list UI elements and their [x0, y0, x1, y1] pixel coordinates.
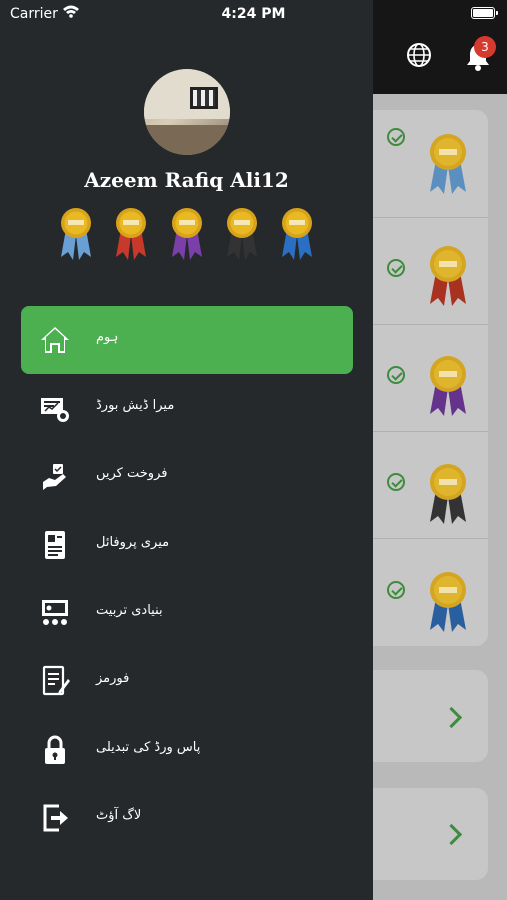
- medal-icon: [282, 208, 312, 260]
- profile-icon: [45, 531, 65, 559]
- medal-icon: [61, 208, 91, 260]
- check-icon: [387, 366, 405, 384]
- medal-icon: [430, 356, 466, 416]
- drawer-item-forms[interactable]: فورمز: [21, 647, 353, 715]
- battery-icon: [471, 7, 498, 19]
- medal-icon: [430, 572, 466, 632]
- medal-icon: [172, 208, 202, 260]
- sell-icon: [43, 464, 66, 490]
- drawer-item-label: ہوم: [96, 330, 119, 345]
- medal-icon: [430, 246, 466, 306]
- status-time: 4:24 PM: [221, 6, 286, 22]
- drawer-item-label: بنیادی تربیت: [96, 603, 163, 618]
- status-bar: Carrier 4:24 PM: [0, 0, 507, 28]
- globe-icon[interactable]: [406, 42, 432, 68]
- drawer-item-label: میرا ڈیش بورڈ: [96, 398, 175, 413]
- drawer-item-label: فورمز: [96, 671, 130, 686]
- nav-card[interactable]: [373, 788, 488, 880]
- drawer-item-profile[interactable]: میری پروفائل: [21, 511, 353, 579]
- navigation-drawer: Azeem Rafiq Ali12 ہوم میرا ڈیش بورڈ فروخت …: [0, 0, 373, 900]
- drawer-item-sell[interactable]: فروخت کریں: [21, 442, 353, 510]
- drawer-item-leaderboard[interactable]: میرا ڈیش بورڈ: [21, 374, 353, 442]
- check-icon: [387, 473, 405, 491]
- drawer-item-label: پاس ورڈ کی تبدیلی: [96, 740, 201, 755]
- forms-icon: [42, 665, 70, 696]
- check-icon: [387, 259, 405, 277]
- medal-icon: [116, 208, 146, 260]
- logout-icon: [43, 804, 68, 832]
- training-icon: [42, 600, 68, 625]
- drawer-item-logout[interactable]: لاگ آؤٹ: [21, 784, 353, 852]
- home-icon: [41, 327, 69, 353]
- medal-icon: [430, 464, 466, 524]
- lock-icon: [45, 735, 65, 764]
- user-name: Azeem Rafiq Ali12: [84, 168, 289, 192]
- drawer-item-label: فروخت کریں: [96, 466, 168, 481]
- drawer-item-label: لاگ آؤٹ: [96, 808, 142, 823]
- nav-card[interactable]: [373, 670, 488, 762]
- avatar[interactable]: [144, 69, 230, 155]
- drawer-item-label: میری پروفائل: [96, 535, 170, 550]
- check-icon: [387, 128, 405, 146]
- check-icon: [387, 581, 405, 599]
- medal-icon: [227, 208, 257, 260]
- drawer-item-password[interactable]: پاس ورڈ کی تبدیلی: [21, 716, 353, 784]
- drawer-item-home[interactable]: ہوم: [21, 306, 353, 374]
- notification-badge: 3: [474, 36, 496, 58]
- dashboard-icon: [41, 398, 69, 422]
- medal-icon: [430, 134, 466, 194]
- drawer-item-training[interactable]: بنیادی تربیت: [21, 579, 353, 647]
